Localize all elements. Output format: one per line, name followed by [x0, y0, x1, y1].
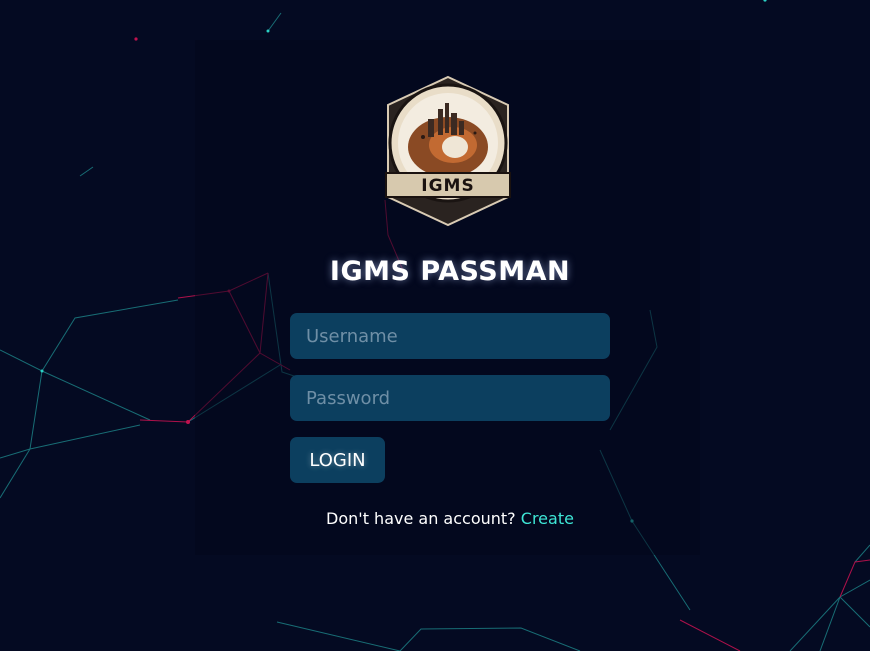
username-input[interactable]	[290, 313, 610, 359]
login-button[interactable]: LOGIN	[290, 437, 385, 483]
page-title: IGMS PASSMAN	[329, 256, 571, 287]
create-account-link[interactable]: Create	[521, 509, 574, 528]
logo-text: IGMS	[421, 176, 474, 196]
password-input[interactable]	[290, 375, 610, 421]
igms-logo: IGMS	[385, 75, 511, 227]
signup-text: Don't have an account?	[326, 509, 516, 528]
signup-prompt: Don't have an account? Create	[0, 509, 870, 528]
